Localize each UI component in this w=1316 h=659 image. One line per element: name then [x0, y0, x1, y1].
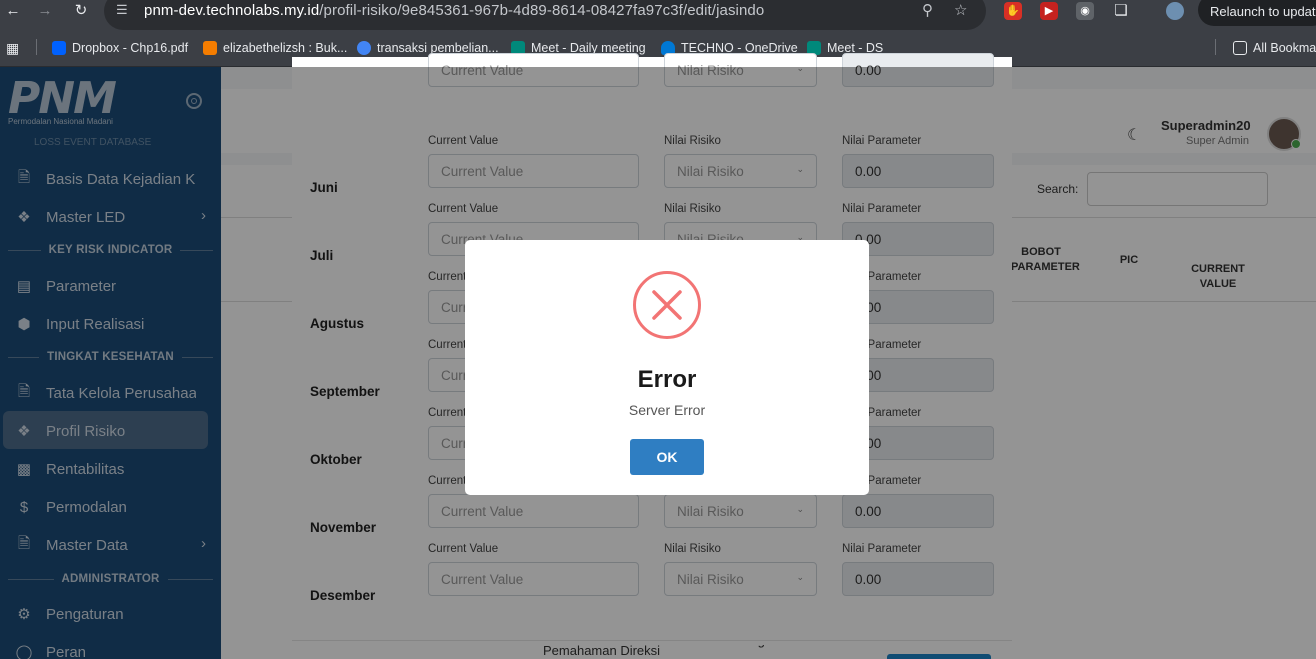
folder-icon	[1233, 41, 1247, 55]
dialog-title: Error	[637, 366, 697, 393]
extension-media-icon[interactable]: ▶	[1040, 2, 1058, 20]
bookmark-item[interactable]: Dropbox - Chp16.pdf	[52, 38, 188, 58]
error-x-icon	[633, 271, 701, 339]
all-bookmarks-button[interactable]: All Bookma	[1233, 38, 1316, 58]
bookmark-separator	[36, 39, 37, 55]
url-text[interactable]: pnm-dev.technolabs.my.id/profil-risiko/9…	[144, 2, 764, 19]
dropbox-icon	[52, 41, 66, 55]
dialog-message: Server Error	[628, 402, 706, 418]
relaunch-button[interactable]: Relaunch to update	[1198, 0, 1316, 26]
reload-icon[interactable]: ↻	[70, 0, 92, 22]
extension-hand-icon[interactable]: ✋	[1004, 2, 1022, 20]
apps-grid-icon[interactable]: ▦	[6, 40, 19, 57]
extensions-puzzle-icon[interactable]: ❏	[1112, 2, 1130, 20]
app-area: PNM Permodalan Nasional Madani LOSS EVEN…	[0, 53, 1316, 659]
error-dialog: Error Server Error OK	[465, 240, 869, 495]
site-settings-icon[interactable]: ☰	[116, 2, 128, 18]
zoom-icon[interactable]: ⚲	[922, 1, 933, 19]
forward-arrow-icon[interactable]: →	[34, 0, 56, 22]
blogger-icon	[203, 41, 217, 55]
bookmark-separator	[1215, 39, 1216, 55]
extension-camera-icon[interactable]: ◉	[1076, 2, 1094, 20]
back-arrow-icon[interactable]: ←	[2, 0, 24, 22]
bookmark-star-icon[interactable]: ☆	[954, 1, 967, 19]
browser-toolbar: ← → ↻ ☰ pnm-dev.technolabs.my.id/profil-…	[0, 0, 1316, 32]
google-icon	[357, 41, 371, 55]
profile-avatar-icon[interactable]	[1166, 2, 1184, 20]
address-bar[interactable]: ☰ pnm-dev.technolabs.my.id/profil-risiko…	[104, 0, 986, 30]
bookmark-item[interactable]: elizabethelizsh : Buk...	[203, 38, 347, 58]
ok-button[interactable]: OK	[630, 439, 704, 475]
